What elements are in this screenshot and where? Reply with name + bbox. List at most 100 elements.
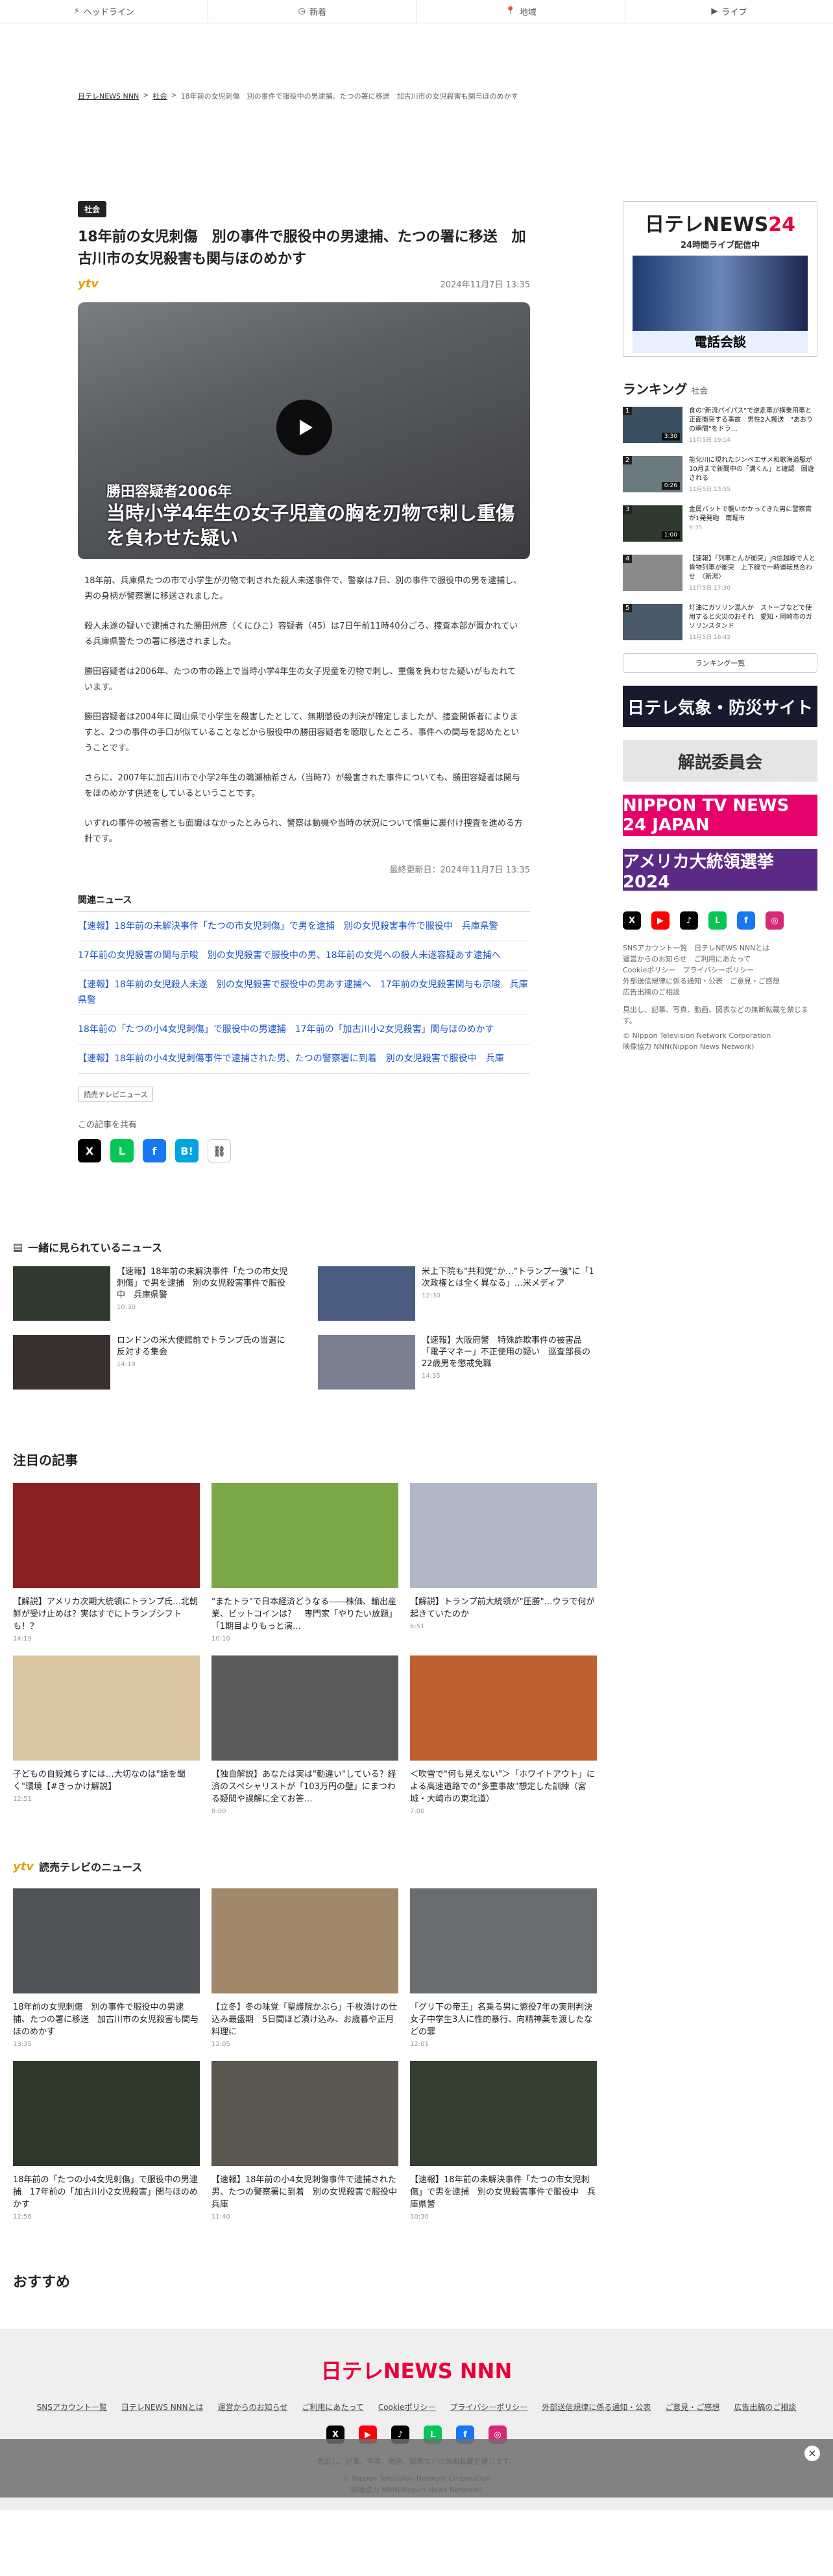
ranking-item[interactable]: 2 0:26 能化川に現れたジンベエザメ和歌海道駆が10月まで新聞中の「溝くん」と確… [623,456,817,496]
live-box[interactable]: 日テレNEWS24 24時間ライブ配信中 電話会談 [623,201,817,357]
sidebar-link-row[interactable]: 運営からのお知らせ ご利用にあたって [623,954,817,965]
news-title[interactable]: 「グリ下の帝王」名乗る男に懲役7年の実刑判決 女子中学生3人に性的暴行、向精神薬… [410,2001,601,2038]
news-card[interactable]: 「グリ下の帝王」名乗る男に懲役7年の実刑判決 女子中学生3人に性的暴行、向精神薬… [410,1888,601,2048]
x-share-icon[interactable]: X [78,1139,101,1162]
related-link[interactable]: 【速報】18年前の小4女児刺傷事件で逮捕された男、たつの警察署に到着 別の女児殺… [78,1044,530,1074]
news-card[interactable]: 18年前の女児刺傷 別の事件で服役中の男逮捕、たつの署に移送 加古川市の女児殺害… [13,1888,200,2048]
news-title[interactable]: 【解説】アメリカ次期大統領にトランプ氏…北朝鮮が受け止めは？実はすでにトランプシ… [13,1596,200,1633]
news-title[interactable]: 【立冬】冬の味覚「聖護院かぶら」千枚漬けの仕込み最盛期 5日間ほど漬け込み、お歳… [211,2001,398,2038]
footer-link[interactable]: 運営からのお知らせ [218,2401,288,2413]
breadcrumb-home[interactable]: 日テレNEWS NNN [78,91,139,101]
close-icon[interactable]: × [804,2446,820,2461]
news-thumbnail[interactable] [13,1266,110,1321]
news-thumbnail[interactable] [410,2061,597,2166]
x-icon[interactable]: X [623,911,641,930]
news-title[interactable]: 【独自解説】あなたは実は"勤違い"している？経済のスペシャリストが「103万円の… [211,1768,398,1805]
related-news-item[interactable]: 【速報】18年前の未解決事件「たつの市女児刺傷」で男を逮捕 別の女児殺害事件で服… [13,1266,292,1321]
news-thumbnail[interactable] [211,1483,398,1588]
play-button-icon[interactable] [276,400,332,455]
news-card[interactable]: 【速報】18年前の未解決事件「たつの市女児刺傷」で男を逮捕 別の女児殺害事件で服… [410,2061,597,2221]
news-title[interactable]: "またトラ"で日本経済どうなる――株価、輸出産業、ビットコインは？ 専門家「やり… [211,1596,398,1633]
sidebar-link-row[interactable]: 外部送信規律に係る通知・公表 ご意見・ご感想 [623,976,817,987]
link-share-icon[interactable]: ⛓ [208,1139,231,1162]
related-news-item[interactable]: 米上下院も"共和党"か…"トランプ一強"に「1次政権とは全く異なる」…米メディア… [318,1266,597,1321]
ranking-title[interactable]: 【速報】「列車とんが衝突」JR信越線で人と貨物列車が衝突 上下線で一時運転見合わ… [689,555,817,582]
news-card[interactable]: 子どもの自殺減らすには…大切なのは"話を聞く"環境【#きっかけ解説】 12:51 [13,1655,200,1815]
news-card[interactable]: 【速報】18年前の小4女児刺傷事件で逮捕された男、たつの警察署に到着 別の女児殺… [211,2061,405,2221]
ranking-item[interactable]: 3 1:00 金属バットで襲いかかってきた男に警察官が1発発砲 南堀市 9:35 [623,505,817,546]
news-thumbnail[interactable] [211,1888,398,1993]
footer-link[interactable]: 外部送信規律に係る通知・公表 [542,2401,651,2413]
news-thumbnail[interactable] [410,1483,597,1588]
footer-link[interactable]: 広告出稿のご相談 [734,2401,796,2413]
nav-region[interactable]: 📍 地域 [417,0,625,23]
news-card[interactable]: 【独自解説】あなたは実は"勤違い"している？経済のスペシャリストが「103万円の… [211,1655,398,1815]
news-thumbnail[interactable] [318,1266,415,1321]
news-card[interactable]: 【立冬】冬の味覚「聖護院かぶら」千枚漬けの仕込み最盛期 5日間ほど漬け込み、お歳… [211,1888,398,2048]
instagram-icon[interactable]: ◎ [766,911,784,930]
banner-link[interactable]: 日テレ気象・防災サイト [623,686,817,727]
source-tag[interactable]: 読売テレビニュース [78,1087,154,1102]
news-title[interactable]: 【速報】18年前の未解決事件「たつの市女児刺傷」で男を逮捕 別の女児殺害事件で服… [117,1266,292,1301]
news-title[interactable]: 18年前の女児刺傷 別の事件で服役中の男逮捕、たつの署に移送 加古川市の女児殺害… [13,2001,200,2038]
sidebar-link-row[interactable]: SNSアカウント一覧 日テレNEWS NNNとは [623,943,817,954]
tiktok-icon[interactable]: ♪ [680,911,698,930]
footer-link[interactable]: プライバシーポリシー [450,2401,528,2413]
related-news-item[interactable]: 【速報】大阪府警 特殊詐欺事件の被害品「電子マネー」不正使用の疑い 巡査部長の2… [318,1335,597,1390]
news-thumbnail[interactable] [13,1483,200,1588]
banner-link[interactable]: NIPPON TV NEWS 24 JAPAN [623,795,817,836]
news-card[interactable]: 【解説】アメリカ次期大統領にトランプ氏…北朝鮮が受け止めは？実はすでにトランプシ… [13,1483,200,1643]
ranking-item[interactable]: 4 【速報】「列車とんが衝突」JR信越線で人と貨物列車が衝突 上下線で一時運転見合… [623,555,817,595]
news-title[interactable]: 子どもの自殺減らすには…大切なのは"話を聞く"環境【#きっかけ解説】 [13,1768,200,1793]
news-thumbnail[interactable] [13,2061,200,2166]
ranking-item[interactable]: 5 灯油にガソリン混入か ストーブなどで使用すると火災のおそれ 愛知・岡崎市のガソ… [623,604,817,644]
news-thumbnail[interactable] [13,1655,200,1761]
news-thumbnail[interactable] [211,1655,398,1761]
news-title[interactable]: 【速報】大阪府警 特殊詐欺事件の被害品「電子マネー」不正使用の疑い 巡査部長の2… [422,1335,597,1370]
related-link[interactable]: 【速報】18年前の女児殺人未遂 別の女児殺害で服役中の男あす逮捕へ 17年前の女… [78,970,530,1015]
news-title[interactable]: 【速報】18年前の未解決事件「たつの市女児刺傷」で男を逮捕 別の女児殺害事件で服… [410,2174,597,2211]
sidebar-link-row[interactable]: 広告出稿のご相談 [623,987,817,998]
footer-link[interactable]: ご利用にあたって [302,2401,363,2413]
nav-headline[interactable]: ⚡ ヘッドライン [0,0,209,23]
related-news-item[interactable]: ロンドンの米大使館前でトランプ氏の当選に反対する集会 14:19 [13,1335,292,1390]
footer-link[interactable]: SNSアカウント一覧 [37,2401,107,2413]
banner-link[interactable]: 解説委員会 [623,740,817,782]
news-card[interactable]: 【解説】トランプ前大統領が"圧勝"…ウラで何が起きていたのか 6:51 [410,1483,597,1643]
ranking-item[interactable]: 1 3:30 食の"新流パイパス"で逆走車が横乗用車と正面衝突する事故 男性2人搬送… [623,407,817,447]
news-card[interactable]: ＜吹雪で"何も見えない"＞「ホワイトアウト」による高速道路での"多重事故"想定し… [410,1655,597,1815]
category-badge[interactable]: 社会 [78,201,107,217]
news-thumbnail[interactable] [318,1335,415,1390]
related-link[interactable]: 17年前の女児殺害の関与示唆 別の女児殺害で服役中の男、18年前の女児への殺人未… [78,941,530,970]
banner-link[interactable]: アメリカ大統領選挙2024 [623,849,817,892]
hatena-share-icon[interactable]: B! [175,1139,199,1162]
news-title[interactable]: ロンドンの米大使館前でトランプ氏の当選に反対する集会 [117,1335,292,1358]
news-title[interactable]: 18年前の「たつの小4女児刺傷」で服役中の男逮捕 17年前の「加古川小2女児殺害… [13,2174,200,2211]
footer-logo[interactable]: 日テレNEWS NNN [0,2355,833,2385]
news-title[interactable]: 【速報】18年前の小4女児刺傷事件で逮捕された男、たつの警察署に到着 別の女児殺… [211,2174,405,2211]
ranking-more-button[interactable]: ランキング一覧 [623,653,817,673]
video-player[interactable]: 勝田容疑者2006年 当時小学4年生の女子児童の胸を刃物で刺し重傷を負わせた疑い [78,302,530,559]
ranking-title[interactable]: 能化川に現れたジンベエザメ和歌海道駆が10月まで新聞中の「溝くん」と確認 回遊さ… [689,456,817,483]
footer-link[interactable]: 日テレNEWS NNNとは [121,2401,204,2413]
ranking-title[interactable]: 灯油にガソリン混入か ストーブなどで使用すると火災のおそれ 愛知・岡崎市のガソリ… [689,604,817,631]
ranking-thumbnail[interactable]: 2 0:26 [623,456,682,492]
news-title[interactable]: 米上下院も"共和党"か…"トランプ一強"に「1次政権とは全く異なる」…米メディア [422,1266,597,1290]
line-share-icon[interactable]: L [110,1139,134,1162]
related-link[interactable]: 【速報】18年前の未解決事件「たつの市女児刺傷」で男を逮捕 別の女児殺害事件で服… [78,912,530,941]
news-title[interactable]: 【解説】トランプ前大統領が"圧勝"…ウラで何が起きていたのか [410,1596,597,1620]
news-title[interactable]: ＜吹雪で"何も見えない"＞「ホワイトアウト」による高速道路での"多重事故"想定し… [410,1768,597,1805]
line-icon[interactable]: L [708,911,727,930]
breadcrumb-category[interactable]: 社会 [152,91,167,101]
ranking-title[interactable]: 食の"新流パイパス"で逆走車が横乗用車と正面衝突する事故 男性2人搬送 "あおり… [689,407,817,434]
facebook-icon[interactable]: f [737,911,755,930]
ranking-thumbnail[interactable]: 1 3:30 [623,407,682,443]
related-link[interactable]: 18年前の「たつの小4女児刺傷」で服役中の男逮捕 17年前の「加古川小2女児殺害… [78,1015,530,1044]
live-thumbnail[interactable]: 電話会談 [633,256,808,353]
news-card[interactable]: 18年前の「たつの小4女児刺傷」で服役中の男逮捕 17年前の「加古川小2女児殺害… [13,2061,200,2221]
news-thumbnail[interactable] [13,1335,110,1390]
nav-live[interactable]: ▶ ライブ [625,0,833,23]
ranking-thumbnail[interactable]: 3 1:00 [623,505,682,542]
nav-latest[interactable]: ◷ 新着 [208,0,417,23]
youtube-icon[interactable]: ▶ [651,911,670,930]
